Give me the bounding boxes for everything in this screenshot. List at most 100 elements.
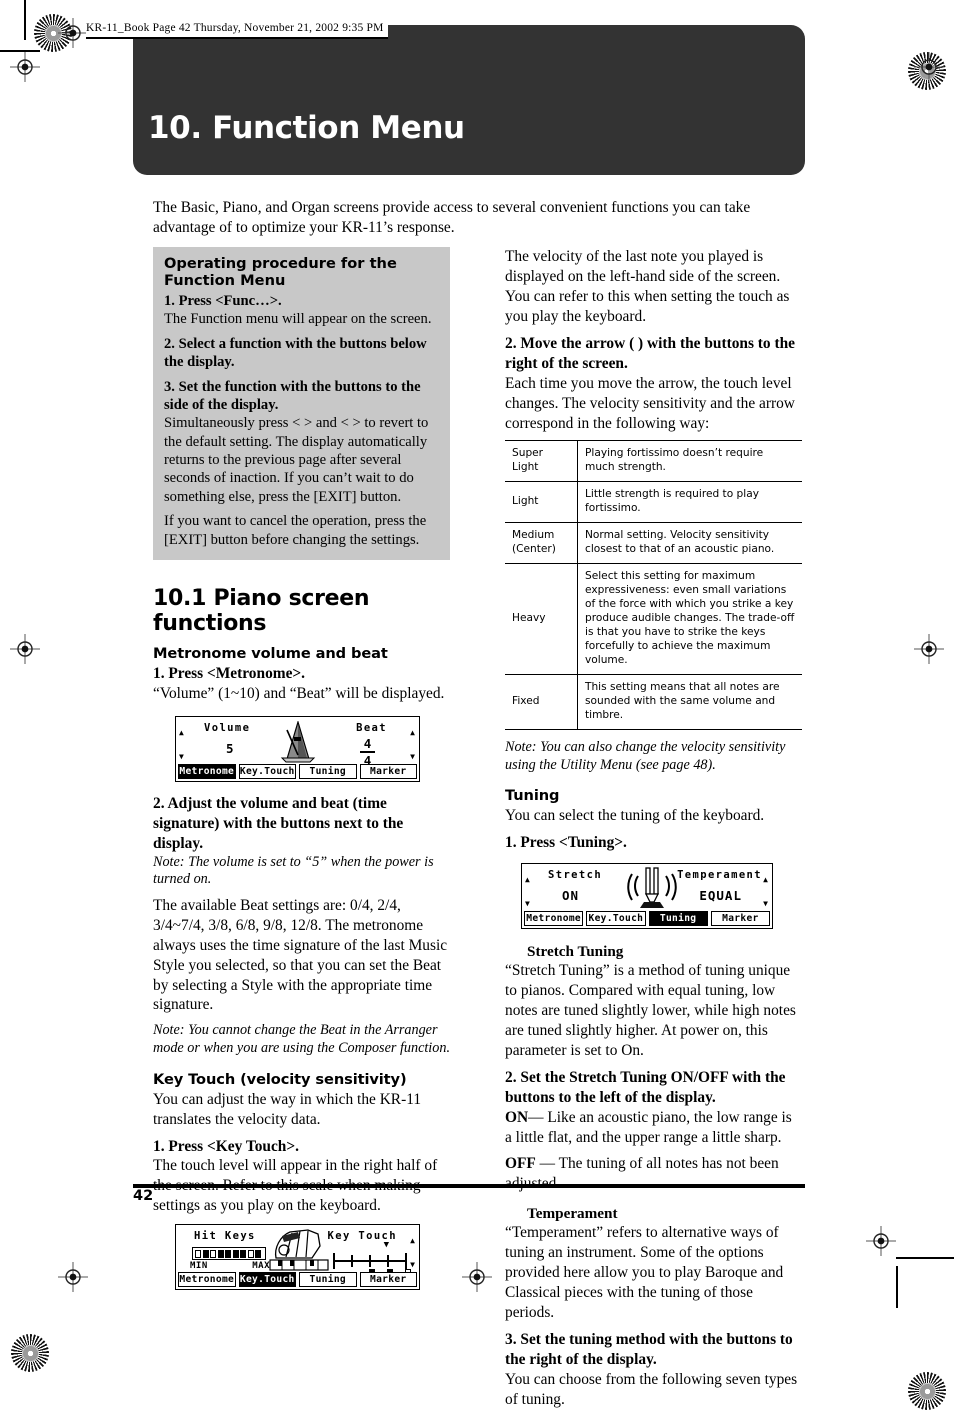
table-row: Heavy Select this setting for maximum ex… xyxy=(505,563,802,676)
velocity-key-medium: Medium (Center) xyxy=(505,522,578,565)
tuning-intro: You can select the tuning of the keyboar… xyxy=(505,807,765,825)
procedure-box-title: Operating procedure for the Function Men… xyxy=(164,255,397,289)
lcd-tuning-right-down-arrow-icon[interactable]: ▼ xyxy=(763,900,768,908)
lcd-tab-key-touch[interactable]: Key.Touch xyxy=(238,763,296,779)
lcd-screen-key-touch: Hit Keys MIN MAX Key Touch ▼ ▲ ▼ Metrono… xyxy=(175,1224,420,1291)
velocity-key-light: Light xyxy=(505,481,578,524)
left-column: Operating procedure for the Function Men… xyxy=(153,247,450,1291)
velocity-desc-fixed: This setting means that all notes are so… xyxy=(577,674,802,730)
chapter-banner xyxy=(133,25,805,175)
lcd-tab-metronome[interactable]: Metronome xyxy=(178,1272,236,1288)
lcd-left-down-arrow-icon[interactable]: ▼ xyxy=(179,752,184,761)
meter-min-label: MIN xyxy=(190,1261,208,1272)
registration-cross-bottom-center xyxy=(462,1262,492,1292)
stretch-step-2-bold: 2. Set the Stretch Tuning ON/OFF with th… xyxy=(505,1068,786,1106)
scale-tick xyxy=(405,1253,407,1270)
velocity-desc-heavy: Select this setting for maximum expressi… xyxy=(577,563,802,676)
lcd-beat-numerator: 4 xyxy=(363,735,372,751)
lcd-tab-key-touch[interactable]: Key.Touch xyxy=(586,911,646,927)
tuning-fork-icon xyxy=(626,866,678,912)
trim-line-top-left xyxy=(0,50,40,52)
procedure-step-1-text: The Function menu will appear on the scr… xyxy=(164,311,432,328)
operating-procedure-box: Operating procedure for the Function Men… xyxy=(153,247,450,560)
lcd-right-up-arrow-icon[interactable]: ▲ xyxy=(410,728,415,737)
procedure-step-3-text: Simultaneously press < > and < > to reve… xyxy=(164,415,429,505)
meter-segment xyxy=(195,1249,201,1258)
registration-cross-top-left xyxy=(58,18,88,48)
velocity-intro-text: The velocity of the last note you played… xyxy=(505,248,790,325)
trim-line-bottom-right xyxy=(896,1257,954,1259)
procedure-step-3-bold: 3. Set the function with the buttons to … xyxy=(164,378,421,413)
meter-segment xyxy=(255,1249,261,1258)
lcd-left-up-arrow-icon[interactable]: ▲ xyxy=(179,728,184,737)
document-header-filename: KR-11_Book Page 42 Thursday, November 21… xyxy=(86,22,388,39)
scale-tick xyxy=(369,1255,371,1268)
lcd-tab-metronome[interactable]: Metronome xyxy=(524,911,584,927)
stretch-tuning-heading: Stretch Tuning xyxy=(527,943,624,961)
keytouch-step-2-text: Each time you move the arrow, the touch … xyxy=(505,374,795,432)
registration-cross-bottom-left xyxy=(58,1262,88,1292)
lcd-tuning-left-up-arrow-icon[interactable]: ▲ xyxy=(525,876,530,884)
lcd-tab-marker[interactable]: Marker xyxy=(359,763,417,779)
lcd-tab-tuning[interactable]: Tuning xyxy=(299,763,357,779)
registration-star-top-right xyxy=(908,52,946,90)
procedure-step-2-bold: 2. Select a function with the buttons be… xyxy=(164,335,427,371)
lcd-metronome-volume-label: Volume xyxy=(204,721,251,734)
registration-star-bottom-left xyxy=(11,1334,49,1372)
metronome-note-1: Note: The volume is set to “5” when the … xyxy=(153,853,434,888)
lcd-tab-metronome[interactable]: Metronome xyxy=(178,763,236,779)
lcd-tab-marker[interactable]: Marker xyxy=(359,1272,417,1288)
meter-segment xyxy=(225,1249,231,1258)
lcd-right-down-arrow-icon[interactable]: ▼ xyxy=(410,752,415,761)
procedure-step-1-bold: 1. Press <Func…>. xyxy=(164,292,439,310)
lcd-tab-tuning[interactable]: Tuning xyxy=(648,911,708,927)
registration-cross-left-middle xyxy=(10,634,40,664)
footer-rule xyxy=(133,1184,805,1188)
metronome-body-text: The available Beat settings are: 0/4, 2/… xyxy=(153,896,448,1014)
registration-star-top-left xyxy=(34,14,72,52)
lcd-keytouch-up-arrow-icon[interactable]: ▲ xyxy=(410,1237,415,1245)
lcd-tuning-tabs: Metronome Key.Touch Tuning Marker xyxy=(524,911,770,927)
velocity-sensitivity-table: Super Light Playing fortissimo doesn’t r… xyxy=(505,440,802,730)
meter-segment xyxy=(202,1249,209,1258)
velocity-level-meter xyxy=(192,1247,266,1261)
right-column: The velocity of the last note you played… xyxy=(505,247,802,1417)
registration-cross-bottom-right xyxy=(866,1226,896,1256)
tuning-step-1-bold: 1. Press <Tuning>. xyxy=(505,834,627,852)
lcd-keytouch-down-arrow-icon[interactable]: ▼ xyxy=(410,1261,415,1269)
lcd-tuning-inner: ▲ ▼ ▲ ▼ Stretch ON Temperament EQUAL Met… xyxy=(522,864,772,928)
lcd-tuning-stretch-label: Stretch xyxy=(548,869,603,882)
velocity-desc-medium: Normal setting. Velocity sensitivity clo… xyxy=(577,522,802,565)
tuning-heading: Tuning xyxy=(505,787,560,805)
lcd-metronome-beat-fraction: 4 4 xyxy=(360,737,375,767)
registration-star-bottom-right xyxy=(908,1372,946,1410)
lcd-tuning-right-up-arrow-icon[interactable]: ▲ xyxy=(763,876,768,884)
lcd-tuning-temperament-value: EQUAL xyxy=(699,888,742,904)
intro-text: The Basic, Piano, and Organ screens prov… xyxy=(153,199,751,236)
stretch-on-label: ON xyxy=(505,1108,529,1126)
stretch-on-text: — Like an acoustic piano, the low range … xyxy=(505,1108,792,1146)
velocity-key-heavy: Heavy xyxy=(505,563,578,676)
scale-tick xyxy=(387,1255,389,1268)
procedure-step-3-text-2: If you want to cancel the operation, pre… xyxy=(164,513,427,548)
lcd-tab-key-touch[interactable]: Key.Touch xyxy=(238,1272,296,1288)
metronome-icon xyxy=(276,720,320,763)
lcd-tab-marker[interactable]: Marker xyxy=(710,911,770,927)
meter-segment xyxy=(232,1249,239,1258)
lcd-metronome-tabs: Metronome Key.Touch Tuning Marker xyxy=(178,763,417,779)
lcd-tuning-left-down-arrow-icon[interactable]: ▼ xyxy=(525,900,530,908)
lcd-screen-tuning: ▲ ▼ ▲ ▼ Stretch ON Temperament EQUAL Met… xyxy=(521,863,773,930)
header-file-text: KR-11_Book Page 42 Thursday, November 21… xyxy=(86,22,384,34)
lcd-tab-tuning[interactable]: Tuning xyxy=(299,1272,357,1288)
velocity-desc-light: Little strength is required to play fort… xyxy=(577,481,802,524)
meter-range-labels: MIN MAX xyxy=(190,1261,270,1271)
metronome-step-1-bold: 1. Press <Metronome>. xyxy=(153,664,306,682)
procedure-step-1-label: 1. Press <Func…>. xyxy=(164,293,282,309)
velocity-key-super-light: Super Light xyxy=(505,440,578,483)
scale-tick xyxy=(333,1253,335,1270)
meter-segment xyxy=(217,1249,224,1258)
metronome-step-2-bold: 2. Adjust the volume and beat (time sign… xyxy=(153,794,404,852)
registration-cross-top-right xyxy=(914,52,944,82)
velocity-key-fixed: Fixed xyxy=(505,674,578,730)
temperament-heading: Temperament xyxy=(527,1205,618,1223)
